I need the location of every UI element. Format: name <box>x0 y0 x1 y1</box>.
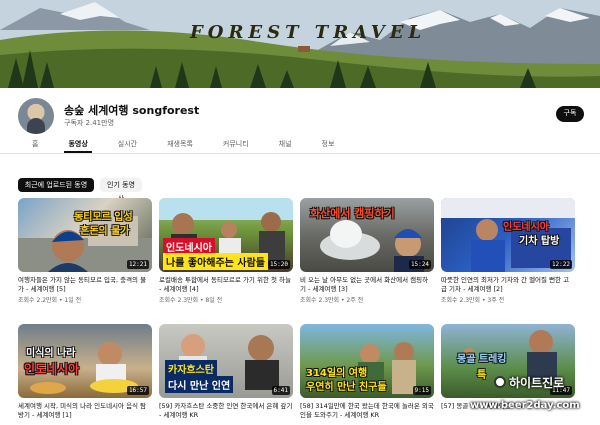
chip-popular[interactable]: 인기 동영상 <box>100 178 142 203</box>
thumbnail-caption: 다시 만난 인연 <box>165 376 234 393</box>
video-title[interactable]: 세계여행 시작, 미식의 나라 인도네시아 음식 탐방기 - 세계여행 [1] <box>18 402 152 420</box>
channel-name: 송숲 세계여행 songforest <box>64 104 200 117</box>
video-thumbnail[interactable]: 미식의 나라 인도네시아 16:57 <box>18 324 152 398</box>
video-title[interactable]: [58] 314일만에 한국 왔는데 한국에 놀러온 외국인을 도와주기 - 세… <box>300 402 434 420</box>
tab-live[interactable]: 실시간 <box>118 138 137 152</box>
thumbnail-caption: 동티모르 입성 <box>74 212 133 223</box>
video-duration: 6:41 <box>271 386 290 395</box>
video-title[interactable]: 비 오는 날 아무도 없는 곳에서 화산에서 캠핑하기 - 세계여행 [3] <box>300 276 434 294</box>
tab-home[interactable]: 홈 <box>32 138 38 152</box>
thumbnail-caption: 카자흐스탄 <box>165 360 217 377</box>
watermark-logo-text: 하이트진로 <box>509 376 565 390</box>
video-duration: 12:22 <box>549 260 572 269</box>
thumbnail-caption: 특 <box>477 370 487 381</box>
watermark-logo: 하이트진로 <box>494 374 564 391</box>
video-duration: 12:21 <box>126 260 149 269</box>
video-duration: 15:24 <box>408 260 431 269</box>
video-title[interactable]: 여행자들은 가지 않는 동티모르 입국, 충격의 물가 - 세계여행 [5] <box>18 276 152 294</box>
video-title[interactable]: 따뜻한 인연의 최저가 기차와 간 멜어질 뻔한 고급 기차 - 세계여행 [2… <box>441 276 575 294</box>
video-meta: 조회수 2.3만회 • 3주 전 <box>441 297 505 304</box>
video-thumbnail[interactable]: 동티모르 입성 흔돈의 물가 12:21 <box>18 198 152 272</box>
thumbnail-caption: 인도네시아 <box>503 222 549 233</box>
watermark-circle-icon <box>494 376 506 388</box>
chip-recent-uploads[interactable]: 최근에 업로드된 동영상 <box>18 178 94 203</box>
thumbnail-caption: 314일의 여행 <box>306 368 368 379</box>
video-duration: 15:20 <box>267 260 290 269</box>
channel-banner: FOREST TRAVEL <box>0 0 600 88</box>
thumbnail-caption: 기차 탑방 <box>519 236 560 247</box>
channel-tabs: 홈 동영상 실시간 재생목록 커뮤니티 채널 정보 <box>22 138 582 153</box>
tabs-divider <box>0 153 600 154</box>
banner-title: FOREST TRAVEL <box>190 22 427 43</box>
tab-about[interactable]: 정보 <box>322 138 335 152</box>
thumbnail-caption: 나를 좋아해주는 사람들 <box>163 253 268 270</box>
thumbnail-caption: 미식의 나라 <box>26 348 76 359</box>
watermark-url: www.beer2day.com <box>470 400 580 411</box>
video-thumbnail[interactable]: 화산에서 캠핑하기 15:24 <box>300 198 434 272</box>
tab-playlists[interactable]: 재생목록 <box>167 138 193 152</box>
video-meta: 조회수 2.3만회 • 2주 전 <box>300 297 364 304</box>
thumbnail-caption: 몽골 트레킹 <box>457 354 507 365</box>
thumbnail-caption: 우연히 만난 친구들 <box>306 382 387 393</box>
thumbnail-caption: 흔돈의 물가 <box>80 226 130 237</box>
channel-avatar[interactable] <box>18 98 54 134</box>
thumbnail-caption: 인도네시아 <box>24 362 80 376</box>
tab-videos[interactable]: 동영상 <box>64 138 93 153</box>
video-title[interactable]: 로컬배송 투합에서 동티모르로 가기 위한 첫 하늘 - 세계여행 [4] <box>159 276 293 294</box>
video-meta: 조회수 2.3만회 • 8일 전 <box>159 297 223 304</box>
video-meta: 조회수 2.2만회 • 1일 전 <box>18 297 82 304</box>
video-thumbnail[interactable]: 인도네시아 기차 탑방 12:22 <box>441 198 575 272</box>
video-thumbnail[interactable]: 인도네시아 나를 좋아해주는 사람들 15:20 <box>159 198 293 272</box>
tab-community[interactable]: 커뮤니티 <box>223 138 249 152</box>
subscribe-button[interactable]: 구독 <box>556 106 584 122</box>
video-thumbnail[interactable]: 314일의 여행 우연히 만난 친구들 9:15 <box>300 324 434 398</box>
tab-channels[interactable]: 채널 <box>279 138 292 152</box>
video-duration: 16:57 <box>126 386 149 395</box>
video-thumbnail[interactable]: 카자흐스탄 다시 만난 인연 6:41 <box>159 324 293 398</box>
video-title[interactable]: [59] 카자흐스탄 소중한 인연 한국에서 은혜 갚기 - 세계여행 KR <box>159 402 293 420</box>
video-duration: 9:15 <box>412 386 431 395</box>
thumbnail-caption: 화산에서 캠핑하기 <box>310 207 395 220</box>
subscriber-count: 구독자 2.41만명 <box>64 119 115 127</box>
